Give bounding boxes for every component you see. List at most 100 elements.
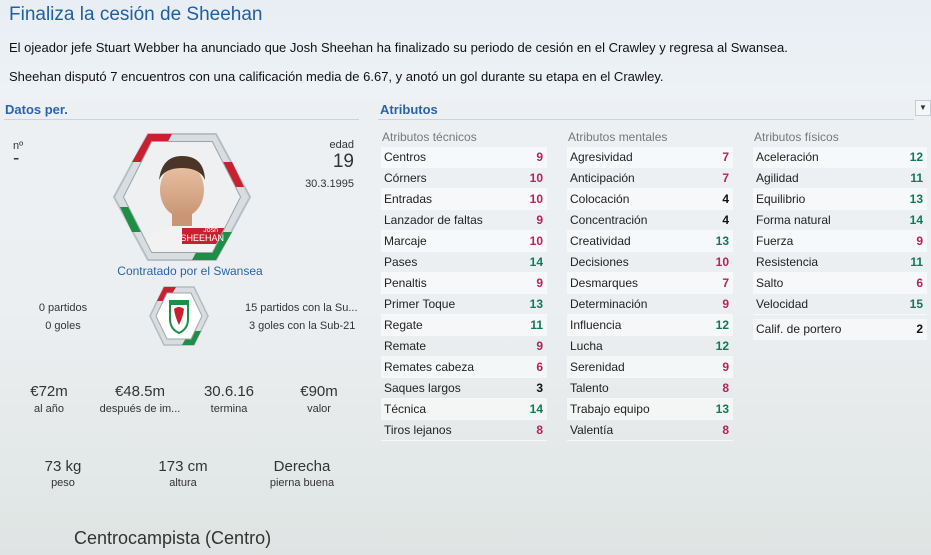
attribute-value: 13 [529, 297, 543, 311]
attribute-name: Saques largos [384, 381, 461, 395]
attribute-row[interactable]: Técnica 14 [381, 399, 547, 420]
goalkeeper-rating-row[interactable]: Calif. de portero 2 [753, 319, 927, 340]
attribute-row[interactable]: Tiros lejanos 8 [381, 420, 547, 441]
wage-value: €72m [30, 383, 68, 400]
attribute-row[interactable]: Determinación 9 [567, 294, 733, 315]
attribute-row[interactable]: Talento 8 [567, 378, 733, 399]
birth-date: 30.3.1995 [305, 178, 354, 190]
attribute-row[interactable]: Creatividad 13 [567, 231, 733, 252]
attribute-value: 9 [722, 360, 729, 374]
attribute-row[interactable]: Marcaje 10 [381, 231, 547, 252]
attribute-value: 6 [536, 360, 543, 374]
technical-attributes-list: Centros 9 Córners 10 Entradas 10 Lanzador de f… [381, 147, 547, 441]
age-label: edad [329, 139, 354, 151]
attribute-value: 9 [536, 276, 543, 290]
preferred-foot-value: Derecha [273, 458, 331, 475]
attribute-value: 9 [536, 213, 543, 227]
attribute-value: 10 [529, 192, 543, 206]
attribute-row[interactable]: Fuerza 9 [753, 231, 927, 252]
attribute-name: Salto [756, 276, 784, 290]
attribute-row[interactable]: Forma natural 14 [753, 210, 927, 231]
wage-label: al año [34, 403, 64, 415]
attribute-row[interactable]: Pases 14 [381, 252, 547, 273]
attribute-name: Pases [384, 255, 418, 269]
attribute-name: Marcaje [384, 234, 427, 248]
mental-attributes-list: Agresividad 7 Anticipación 7 Colocación 4 Conc… [567, 147, 733, 441]
value-label: valor [307, 403, 331, 415]
attribute-value: 10 [529, 171, 543, 185]
attribute-value: 13 [909, 192, 923, 206]
attribute-value: 4 [722, 213, 729, 227]
attribute-value: 14 [529, 255, 543, 269]
attribute-row[interactable]: Decisiones 10 [567, 252, 733, 273]
u21-goals: 3 goles con la Sub-21 [249, 320, 356, 332]
attribute-row[interactable]: Salto 6 [753, 273, 927, 294]
contract-club-link[interactable]: Contratado por el Swansea [90, 264, 290, 278]
player-position: Centrocampista (Centro) [74, 528, 272, 548]
attribute-value: 13 [715, 234, 729, 248]
attribute-value: 10 [715, 255, 729, 269]
attribute-row[interactable]: Anticipación 7 [567, 168, 733, 189]
attribute-value: 13 [715, 402, 729, 416]
attribute-row[interactable]: Regate 11 [381, 315, 547, 336]
attribute-row[interactable]: Resistencia 11 [753, 252, 927, 273]
attribute-row[interactable]: Colocación 4 [567, 189, 733, 210]
attribute-value: 8 [722, 423, 729, 437]
attribute-row[interactable]: Serenidad 9 [567, 357, 733, 378]
attribute-row[interactable]: Valentía 8 [567, 420, 733, 441]
technical-header: Atributos técnicos [382, 130, 477, 144]
attribute-row[interactable]: Córners 10 [381, 168, 547, 189]
attribute-value: 12 [715, 318, 729, 332]
attribute-row[interactable]: Velocidad 15 [753, 294, 927, 315]
personal-section-title: Datos per. [5, 102, 68, 117]
attributes-menu-button[interactable]: ▼ [915, 100, 931, 116]
attribute-name: Regate [384, 318, 423, 332]
attribute-row[interactable]: Remate 9 [381, 336, 547, 357]
attribute-row[interactable]: Penaltis 9 [381, 273, 547, 294]
attribute-value: 9 [536, 339, 543, 353]
attribute-name: Decisiones [570, 255, 629, 269]
attribute-row[interactable]: Primer Toque 13 [381, 294, 547, 315]
attribute-name: Calif. de portero [756, 322, 842, 336]
attribute-row[interactable]: Agilidad 11 [753, 168, 927, 189]
attributes-section-title: Atributos [380, 102, 438, 117]
attribute-value: 4 [722, 192, 729, 206]
attribute-value: 11 [910, 255, 923, 269]
attribute-name: Penaltis [384, 276, 427, 290]
attribute-row[interactable]: Concentración 4 [567, 210, 733, 231]
attribute-value: 9 [536, 150, 543, 164]
attribute-name: Equilibrio [756, 192, 806, 206]
preferred-foot-label: pierna buena [269, 477, 335, 489]
news-panel: Finaliza la cesión de Sheehan El ojeador… [0, 0, 931, 100]
national-team-crest[interactable] [148, 285, 210, 347]
attribute-row[interactable]: Centros 9 [381, 147, 547, 168]
contract-expiry-value: 30.6.16 [203, 383, 255, 400]
attribute-row[interactable]: Influencia 12 [567, 315, 733, 336]
attribute-row[interactable]: Agresividad 7 [567, 147, 733, 168]
attribute-row[interactable]: Remates cabeza 6 [381, 357, 547, 378]
attribute-value: 11 [530, 318, 543, 332]
attribute-name: Primer Toque [384, 297, 456, 311]
attribute-row[interactable]: Aceleración 12 [753, 147, 927, 168]
club-goals: 0 goles [45, 320, 81, 332]
attribute-row[interactable]: Equilibrio 13 [753, 189, 927, 210]
attribute-value: 9 [916, 234, 923, 248]
attribute-name: Creatividad [570, 234, 631, 248]
attribute-row[interactable]: Entradas 10 [381, 189, 547, 210]
attribute-row[interactable]: Lanzador de faltas 9 [381, 210, 547, 231]
goalkeeper-rating-list: Calif. de portero 2 [753, 319, 927, 340]
attribute-name: Aceleración [756, 150, 819, 164]
attribute-value: 7 [722, 171, 729, 185]
attribute-row[interactable]: Desmarques 7 [567, 273, 733, 294]
attribute-name: Fuerza [756, 234, 794, 248]
news-line-2: Sheehan disputó 7 encuentros con una cal… [9, 69, 664, 84]
club-matches: 0 partidos [38, 302, 88, 314]
attribute-row[interactable]: Trabajo equipo 13 [567, 399, 733, 420]
attribute-row[interactable]: Saques largos 3 [381, 378, 547, 399]
attribute-row[interactable]: Lucha 12 [567, 336, 733, 357]
attribute-name: Colocación [570, 192, 630, 206]
player-badge: Josh SHEEHAN [112, 132, 252, 262]
contract-expiry-label: termina [210, 403, 248, 415]
height-label: altura [169, 477, 197, 489]
attribute-value: 10 [529, 234, 543, 248]
